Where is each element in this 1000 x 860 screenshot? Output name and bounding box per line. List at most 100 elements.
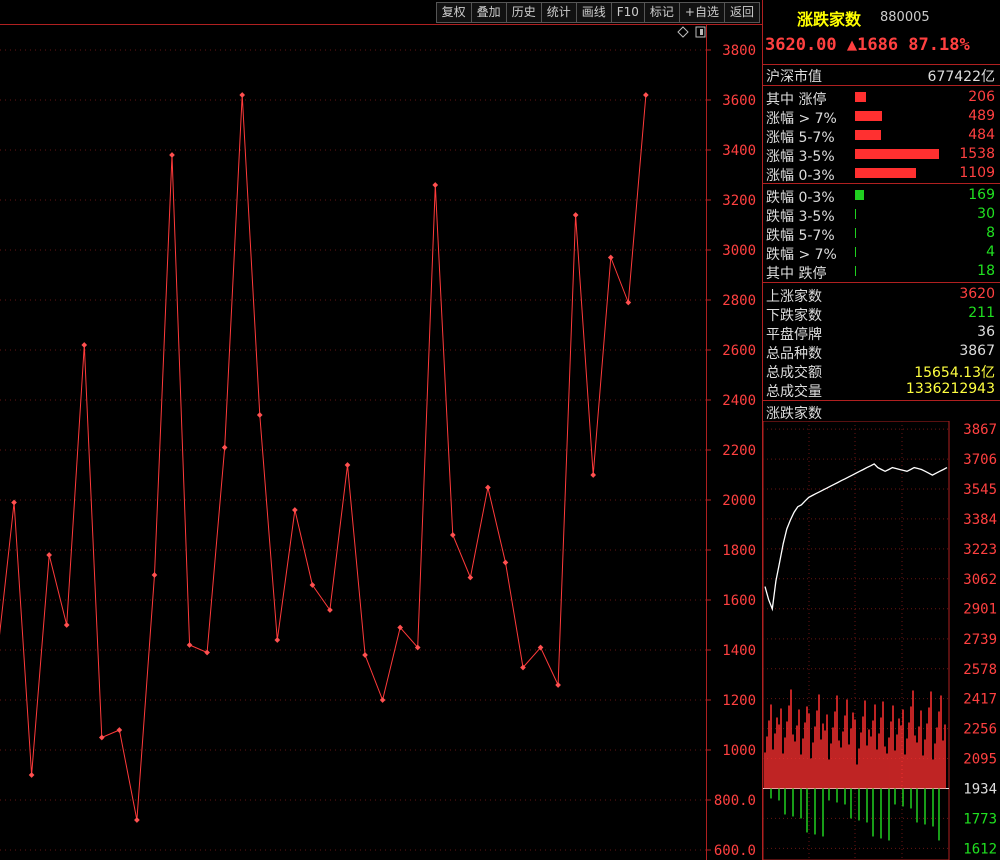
mini-y-tick-label: 2256 xyxy=(963,722,997,738)
toolbar-button-5[interactable]: F10 xyxy=(610,2,645,23)
toolbar-button-6[interactable]: 标记 xyxy=(643,2,680,23)
toolbar-button-4[interactable]: 画线 xyxy=(575,2,612,23)
down_rows-label: 跌幅 5-7% xyxy=(766,228,835,244)
stat-row: 下跌家数 211 xyxy=(763,304,999,324)
y-tick-label: 2600 xyxy=(722,343,756,359)
divider xyxy=(763,85,1000,86)
stat-label: 下跌家数 xyxy=(766,308,822,324)
data-point xyxy=(239,92,246,98)
toolbar-button-3[interactable]: 统计 xyxy=(540,2,577,23)
y-tick-label: 2200 xyxy=(722,443,756,459)
data-point xyxy=(590,472,597,478)
mini-y-tick-label: 2901 xyxy=(963,602,997,618)
market-cap-label: 沪深市值 xyxy=(766,69,822,85)
stat-value: 15654.13亿 xyxy=(914,365,995,381)
toolbar-button-8[interactable]: 返回 xyxy=(723,2,760,23)
stat-row: 总成交量 1336212943 xyxy=(763,380,999,400)
data-point xyxy=(116,727,123,733)
data-point xyxy=(467,574,474,581)
mini-frame xyxy=(763,421,950,860)
y-tick-label: 2000 xyxy=(722,493,756,509)
window-icon-inner xyxy=(700,29,703,35)
data-point xyxy=(485,484,491,491)
data-point xyxy=(151,572,158,578)
up_rows-bar xyxy=(855,149,939,159)
quote-panel: 涨跌家数 880005 3620.00 ▲1686 87.18% 沪深市值 67… xyxy=(762,0,1000,860)
data-point xyxy=(28,772,35,778)
up_rows-value: 1109 xyxy=(959,165,995,181)
stat-value: 36 xyxy=(977,324,995,340)
stat-value: 3620 xyxy=(959,286,995,302)
mini-y-tick-label: 3867 xyxy=(963,422,997,438)
up_rows-bar xyxy=(855,92,866,102)
up_rows-value: 489 xyxy=(968,108,995,124)
diamond-icon xyxy=(677,26,689,38)
mini-y-tick-label: 3706 xyxy=(963,452,997,468)
divider xyxy=(763,183,1000,184)
toolbar-button-0[interactable]: 复权 xyxy=(435,2,472,23)
mini-y-tick-label: 1773 xyxy=(963,811,997,827)
down_rows-value: 4 xyxy=(986,244,995,260)
data-point xyxy=(362,652,368,658)
y-tick-label: 3600 xyxy=(722,93,756,109)
y-tick-label: 2400 xyxy=(722,393,756,409)
data-point xyxy=(11,499,17,506)
toolbar-button-2[interactable]: 历史 xyxy=(505,2,542,23)
data-point xyxy=(572,212,579,218)
up_rows-row: 涨幅 > 7% 489 xyxy=(763,107,999,127)
mini-y-tick-label: 2739 xyxy=(963,632,997,648)
up_rows-bar xyxy=(855,130,881,140)
mini-series-line xyxy=(764,463,948,612)
up_rows-label: 涨幅 0-3% xyxy=(766,168,835,184)
mini-y-tick-label: 3223 xyxy=(963,542,997,558)
y-tick-label: 2800 xyxy=(722,293,756,309)
down_rows-value: 8 xyxy=(986,225,995,241)
mini-y-tick-label: 1934 xyxy=(963,781,997,797)
data-point xyxy=(555,682,561,688)
market-cap-value: 677422亿 xyxy=(927,69,995,85)
data-point xyxy=(204,649,210,656)
toolbar-button-7[interactable]: +自选 xyxy=(678,2,725,23)
index-name: 涨跌家数 xyxy=(797,10,862,29)
mini-y-tick-label: 2417 xyxy=(963,692,997,708)
down_rows-row: 跌幅 3-5% 30 xyxy=(763,205,999,225)
stat-label: 总成交额 xyxy=(766,365,822,381)
up_rows-row: 其中 涨停 206 xyxy=(763,88,999,108)
stat-label: 上涨家数 xyxy=(766,289,822,305)
down_rows-bar xyxy=(855,266,856,276)
data-point xyxy=(449,532,456,538)
down_rows-row: 跌幅 > 7% 4 xyxy=(763,243,999,263)
y-tick-label: 3000 xyxy=(722,243,756,259)
y-tick-label: 800.0 xyxy=(714,793,756,809)
toolbar-button-1[interactable]: 叠加 xyxy=(470,2,507,23)
series-line xyxy=(0,94,647,821)
up_rows-value: 206 xyxy=(968,89,995,105)
mini-breadth-chart[interactable]: 3867 3706 3545 3384 3223 3062 2901 2739 2578 2417… xyxy=(763,421,1000,860)
stat-value: 3867 xyxy=(959,343,995,359)
data-point xyxy=(186,642,193,648)
data-point xyxy=(98,734,105,741)
y-tick-label: 1200 xyxy=(722,693,756,709)
down_rows-row: 其中 跌停 18 xyxy=(763,262,999,282)
data-point xyxy=(274,637,281,643)
data-point xyxy=(432,182,439,188)
data-point xyxy=(221,444,228,451)
stat-value: 1336212943 xyxy=(905,381,995,397)
down_rows-value: 169 xyxy=(968,187,995,203)
down_rows-value: 30 xyxy=(977,206,995,222)
index-code: 880005 xyxy=(880,10,930,25)
y-tick-label: 3200 xyxy=(722,193,756,209)
data-point xyxy=(256,412,263,418)
main-line-chart[interactable]: 3800 3600 3400 3200 3000 2800 2600 2400 2200 2000… xyxy=(0,0,762,860)
mini-y-tick-label: 2578 xyxy=(963,662,997,678)
down_rows-bar xyxy=(855,228,856,238)
up_rows-value: 484 xyxy=(968,127,995,143)
down_rows-label: 跌幅 0-3% xyxy=(766,190,835,206)
stat-row: 总品种数 3867 xyxy=(763,342,999,362)
data-point xyxy=(502,559,509,566)
stat-row: 上涨家数 3620 xyxy=(763,285,999,305)
down_rows-label: 其中 跌停 xyxy=(766,266,827,282)
up_rows-bar xyxy=(855,111,882,121)
down_rows-label: 跌幅 3-5% xyxy=(766,209,835,225)
mini-y-tick-label: 2095 xyxy=(963,752,997,768)
